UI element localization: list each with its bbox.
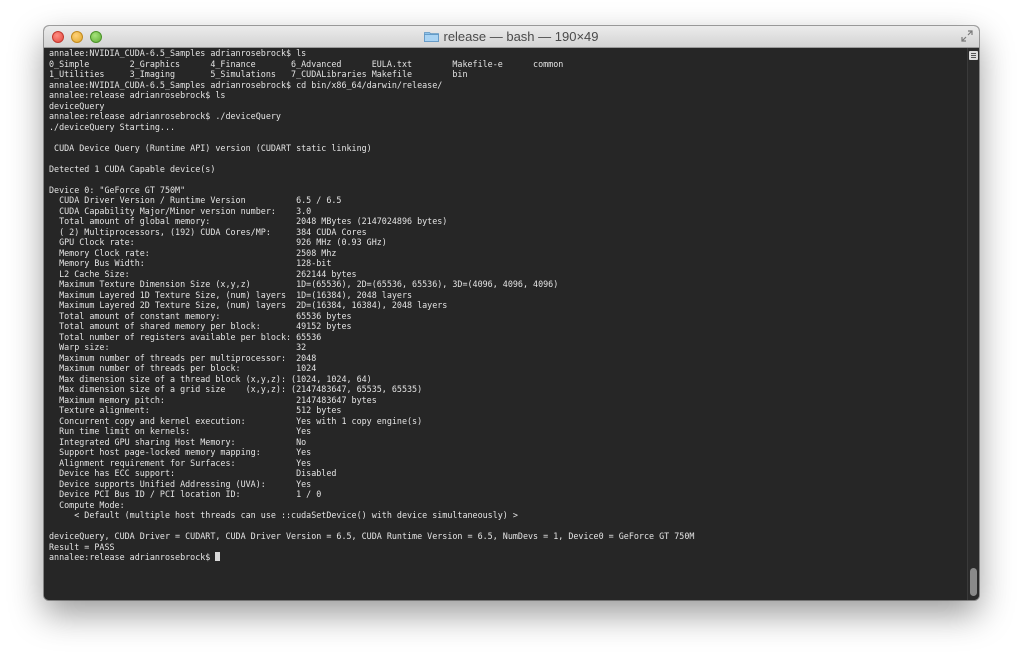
terminal-line: Max dimension size of a grid size (x,y,z… — [49, 384, 423, 394]
terminal-line: Max dimension size of a thread block (x,… — [49, 373, 372, 384]
split-pane-icon[interactable] — [969, 51, 978, 60]
terminal-line: Total amount of global memory: 2048 MByt… — [49, 216, 448, 226]
terminal-line: Texture alignment: 512 bytes — [49, 405, 342, 415]
terminal-line: Device supports Unified Addressing (UVA)… — [49, 478, 312, 489]
terminal-line: annalee:NVIDIA_CUDA-6.5_Samples adrianro… — [49, 48, 307, 58]
terminal-line: Support host page-locked memory mapping:… — [49, 447, 312, 457]
terminal-line: Memory Bus Width: 128-bit — [49, 258, 332, 268]
terminal-line: Compute Mode: — [49, 499, 125, 510]
terminal-line: CUDA Driver Version / Runtime Version 6.… — [49, 195, 342, 205]
terminal-line: ( 2) Multiprocessors, (192) CUDA Cores/M… — [49, 226, 367, 237]
terminal-line: 0_Simple 2_Graphics 4_Finance 6_Advanced… — [49, 58, 564, 69]
terminal-line: L2 Cache Size: 262144 bytes — [49, 268, 357, 279]
terminal-line: Maximum number of threads per block: 102… — [49, 363, 317, 373]
terminal-line: Warp size: 32 — [49, 342, 307, 352]
terminal-line: Detected 1 CUDA Capable device(s) — [49, 163, 216, 174]
terminal-line: Memory Clock rate: 2508 Mhz — [49, 247, 337, 258]
terminal-line: Concurrent copy and kernel execution: Ye… — [49, 415, 423, 426]
terminal-line: ./deviceQuery Starting... — [49, 121, 176, 132]
terminal-line: Total number of registers available per … — [49, 331, 322, 342]
terminal-line: annalee:release adrianrosebrock$ ./devic… — [49, 111, 281, 121]
terminal-line: Total amount of shared memory per block:… — [49, 321, 352, 331]
terminal-line: Result = PASS — [49, 541, 115, 552]
terminal-line: < Default (multiple host threads can use… — [49, 510, 518, 520]
terminal-line: 1_Utilities 3_Imaging 5_Simulations 7_CU… — [49, 69, 468, 79]
shell-prompt: annalee:release adrianrosebrock$ — [49, 552, 216, 562]
terminal-line: Maximum memory pitch: 2147483647 bytes — [49, 394, 377, 405]
terminal-line: Device has ECC support: Disabled — [49, 468, 337, 478]
terminal-output[interactable]: annalee:NVIDIA_CUDA-6.5_Samples adrianro… — [44, 48, 967, 600]
window-title-container: release — bash — 190×49 — [44, 29, 979, 44]
terminal-line: Maximum Layered 1D Texture Size, (num) l… — [49, 289, 413, 300]
terminal-line: CUDA Device Query (Runtime API) version … — [49, 142, 372, 153]
terminal-line: Maximum number of threads per multiproce… — [49, 352, 317, 363]
terminal-line: GPU Clock rate: 926 MHz (0.93 GHz) — [49, 237, 387, 247]
terminal-line: Total amount of constant memory: 65536 b… — [49, 310, 352, 321]
terminal-line: deviceQuery — [49, 100, 105, 111]
terminal-line: deviceQuery, CUDA Driver = CUDART, CUDA … — [49, 531, 695, 541]
terminal-prompt-line: annalee:release adrianrosebrock$ — [49, 552, 967, 563]
terminal-line: Device PCI Bus ID / PCI location ID: 1 /… — [49, 489, 322, 499]
scrollbar-thumb[interactable] — [970, 568, 977, 596]
terminal-line: Alignment requirement for Surfaces: Yes — [49, 457, 312, 468]
terminal-line: Device 0: "GeForce GT 750M" — [49, 184, 186, 195]
terminal-line: Integrated GPU sharing Host Memory: No — [49, 436, 307, 447]
terminal-line: Maximum Layered 2D Texture Size, (num) l… — [49, 300, 448, 310]
window-title: release — bash — 190×49 — [443, 29, 599, 44]
vertical-scrollbar[interactable] — [967, 48, 979, 600]
folder-icon — [424, 32, 440, 42]
terminal-line: annalee:NVIDIA_CUDA-6.5_Samples adrianro… — [49, 79, 443, 90]
terminal-line: Maximum Texture Dimension Size (x,y,z) 1… — [49, 279, 559, 289]
terminal-line: CUDA Capability Major/Minor version numb… — [49, 205, 312, 216]
title-bar[interactable]: release — bash — 190×49 — [44, 26, 979, 48]
terminal-window: release — bash — 190×49 annalee:NVIDIA_C… — [44, 26, 979, 600]
terminal-line: Run time limit on kernels: Yes — [49, 426, 312, 436]
terminal-line: annalee:release adrianrosebrock$ ls — [49, 90, 226, 100]
text-cursor — [215, 552, 221, 561]
fullscreen-icon[interactable] — [961, 30, 973, 42]
